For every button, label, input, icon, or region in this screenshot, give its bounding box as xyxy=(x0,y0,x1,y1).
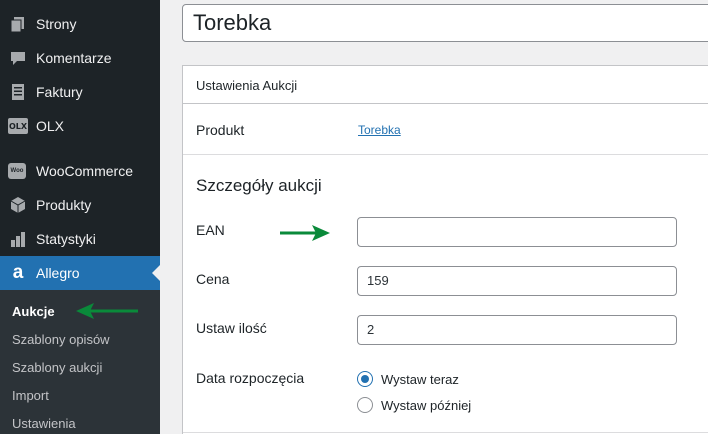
submenu-item-import[interactable]: Import xyxy=(12,388,49,404)
comments-icon xyxy=(8,49,28,67)
olx-logo-icon: OLX xyxy=(8,118,28,134)
radio-label: Wystaw teraz xyxy=(381,371,459,387)
ean-field[interactable] xyxy=(357,217,677,247)
sidebar-item-label: WooCommerce xyxy=(36,163,133,179)
radio-wystaw-teraz[interactable]: Wystaw teraz xyxy=(357,371,459,387)
bar-chart-icon xyxy=(8,230,28,248)
divider xyxy=(183,154,708,155)
product-label: Produkt xyxy=(196,122,245,138)
quantity-field[interactable]: 2 xyxy=(357,315,677,345)
start-date-label: Data rozpoczęcia xyxy=(196,370,305,386)
divider xyxy=(183,432,708,433)
panel-title: Ustawienia Aukcji xyxy=(196,78,298,93)
radio-button-checked[interactable] xyxy=(357,371,373,387)
sidebar-item-label: Statystyki xyxy=(36,231,96,247)
allegro-logo-icon: a xyxy=(8,262,28,283)
sidebar-item-allegro[interactable]: a Allegro xyxy=(0,256,160,290)
auction-settings-panel: Ustawienia Aukcji Produkt Torebka Szczeg… xyxy=(182,65,708,434)
sidebar-item-label: Komentarze xyxy=(36,50,112,66)
pages-icon xyxy=(8,15,28,33)
sidebar-item-strony[interactable]: Strony xyxy=(0,7,160,41)
sidebar-item-label: OLX xyxy=(36,118,65,134)
sidebar-item-label: Strony xyxy=(36,16,77,32)
sidebar-item-statystyki[interactable]: Statystyki xyxy=(0,222,160,256)
sidebar-item-label: Faktury xyxy=(36,84,83,100)
submenu-item-szablony-aukcji[interactable]: Szablony aukcji xyxy=(12,360,102,376)
ean-arrow-annotation xyxy=(280,225,330,241)
section-title: Szczegóły aukcji xyxy=(196,176,322,195)
panel-header: Ustawienia Aukcji xyxy=(183,66,708,104)
invoice-icon xyxy=(8,83,28,101)
allegro-logo-text: a xyxy=(12,262,24,283)
sidebar-item-label: Allegro xyxy=(36,265,80,281)
sidebar-arrow-annotation xyxy=(76,303,138,319)
olx-logo-text: OLX xyxy=(8,121,28,131)
woocommerce-icon: Woo xyxy=(8,163,26,179)
product-link[interactable]: Torebka xyxy=(358,123,401,137)
sidebar-item-woocommerce[interactable]: Woo WooCommerce xyxy=(0,154,160,188)
sidebar-item-komentarze[interactable]: Komentarze xyxy=(0,41,160,75)
price-label: Cena xyxy=(196,271,230,287)
admin-sidebar: Strony Komentarze Faktury OLX OLX Woo Wo… xyxy=(0,0,160,434)
woocommerce-logo-text: Woo xyxy=(10,168,24,174)
submenu-item-aukcje[interactable]: Aukcje xyxy=(12,304,55,320)
sidebar-item-olx[interactable]: OLX OLX xyxy=(0,109,160,143)
products-box-icon xyxy=(8,196,28,214)
price-field[interactable]: 159 xyxy=(357,266,677,296)
sidebar-item-produkty[interactable]: Produkty xyxy=(0,188,160,222)
sidebar-item-label: Produkty xyxy=(36,197,92,213)
submenu-item-ustawienia[interactable]: Ustawienia xyxy=(12,416,76,432)
sidebar-item-faktury[interactable]: Faktury xyxy=(0,75,160,109)
product-title-input[interactable]: Torebka xyxy=(182,4,708,42)
radio-button[interactable] xyxy=(357,397,373,413)
quantity-label: Ustaw ilość xyxy=(196,320,267,336)
submenu-item-szablony-opisow[interactable]: Szablony opisów xyxy=(12,332,110,348)
radio-label: Wystaw później xyxy=(381,397,472,413)
radio-wystaw-pozniej[interactable]: Wystaw później xyxy=(357,397,471,413)
ean-label: EAN xyxy=(196,222,225,238)
